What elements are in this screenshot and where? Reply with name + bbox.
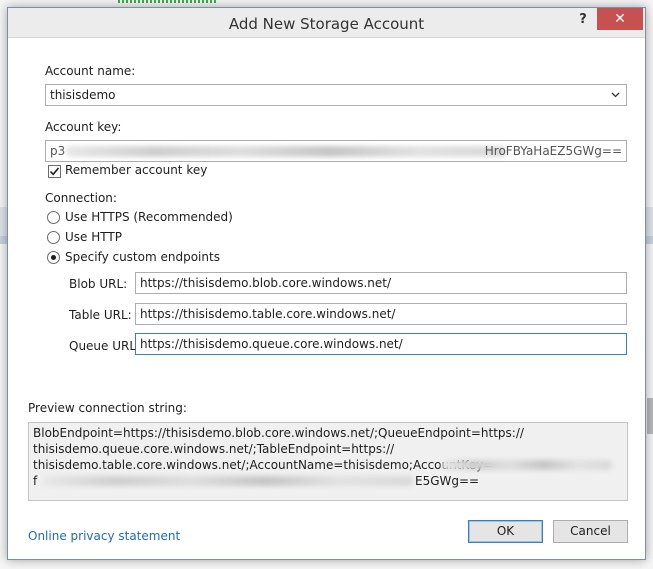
queue-url-input[interactable]: https://thisisdemo.queue.core.windows.ne…: [135, 333, 627, 355]
ok-button[interactable]: OK: [468, 520, 543, 543]
https-radio-label: Use HTTPS (Recommended): [65, 210, 233, 224]
privacy-statement-link[interactable]: Online privacy statement: [28, 529, 180, 543]
remember-key-checkbox[interactable]: [48, 165, 61, 178]
help-button[interactable]: ?: [574, 12, 592, 30]
close-button[interactable]: ✕: [597, 8, 643, 30]
queue-url-label: Queue URL:: [69, 339, 141, 353]
preview-connection-string[interactable]: BlobEndpoint=https://thisisdemo.blob.cor…: [28, 422, 628, 501]
blob-url-input[interactable]: https://thisisdemo.blob.core.windows.net…: [135, 272, 627, 294]
remember-key-label: Remember account key: [65, 163, 208, 177]
account-key-input[interactable]: p3 HroFBYaHaEZ5GWg==: [45, 140, 627, 162]
dialog-title: Add New Storage Account: [228, 15, 425, 33]
connection-label: Connection:: [45, 191, 117, 205]
preview-line-4-start: f: [33, 474, 38, 488]
table-url-input[interactable]: https://thisisdemo.table.core.windows.ne…: [135, 303, 627, 325]
account-name-value: thisisdemo: [50, 88, 116, 102]
chevron-down-icon[interactable]: [611, 90, 620, 99]
add-storage-account-dialog: Add New Storage Account ? ✕ Account name…: [7, 7, 646, 560]
preview-label: Preview connection string:: [28, 401, 187, 415]
custom-endpoints-radio[interactable]: [47, 251, 60, 264]
preview-key-redaction-2: [43, 476, 413, 486]
account-name-combobox[interactable]: thisisdemo: [45, 84, 627, 106]
table-url-label: Table URL:: [69, 308, 132, 322]
http-radio-label: Use HTTP: [65, 230, 122, 244]
account-key-redaction: [66, 146, 506, 157]
account-key-visible-end: HroFBYaHaEZ5GWg==: [484, 144, 622, 158]
checkmark-icon: [49, 167, 60, 176]
cancel-button[interactable]: Cancel: [553, 520, 628, 543]
preview-key-redaction-1: [442, 460, 612, 470]
https-radio[interactable]: [47, 211, 60, 224]
preview-line-3: thisisdemo.table.core.windows.net/;Accou…: [33, 458, 494, 472]
custom-endpoints-radio-label: Specify custom endpoints: [65, 250, 220, 264]
account-name-label: Account name:: [45, 64, 136, 78]
account-key-label: Account key:: [45, 120, 122, 134]
dialog-titlebar: Add New Storage Account ? ✕: [8, 8, 645, 38]
preview-line-2: thisisdemo.queue.core.windows.net/;Table…: [33, 442, 395, 456]
blob-url-label: Blob URL:: [69, 277, 128, 291]
account-key-visible-start: p3: [50, 144, 66, 158]
http-radio[interactable]: [47, 231, 60, 244]
radio-selected-dot: [51, 255, 56, 260]
background-progress-dots: [118, 0, 218, 3]
preview-line-4-end: E5GWg==: [415, 474, 480, 488]
background-scrollbar-thumb: [647, 398, 653, 434]
preview-line-1: BlobEndpoint=https://thisisdemo.blob.cor…: [33, 426, 524, 440]
